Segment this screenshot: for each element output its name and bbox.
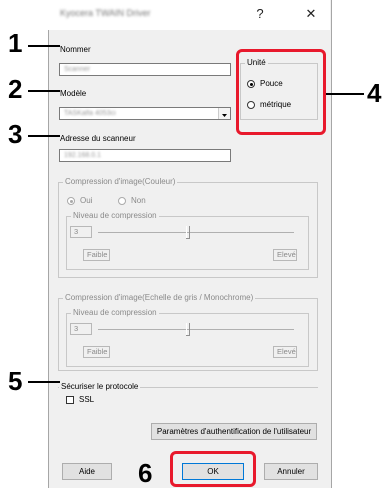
ok-highlight <box>170 451 256 487</box>
ssl-checkbox[interactable] <box>66 396 74 404</box>
gray-compression-title: Compression d'image(Echelle de gris / Mo… <box>63 293 256 302</box>
protocol-group: Sécuriser le protocole SSL <box>58 382 318 408</box>
color-level-group: Niveau de compression 3 Faible Elevé <box>66 211 309 270</box>
callout-6: 6 <box>138 458 153 488</box>
callout-4: 4 <box>367 78 382 108</box>
callout-5-line <box>28 381 60 383</box>
gray-compression-group: Compression d'image(Echelle de gris / Mo… <box>58 293 318 371</box>
color-compression-no-radio[interactable] <box>118 197 126 205</box>
gray-level-track <box>98 329 294 330</box>
scanner-address-value: 192.168.0.1 <box>64 152 101 159</box>
ssl-label: SSL <box>79 395 95 404</box>
name-field[interactable]: Scanner <box>59 63 231 76</box>
color-level-value[interactable]: 3 <box>70 226 92 238</box>
gray-level-slider-thumb[interactable] <box>186 323 191 336</box>
color-compression-yes-radio[interactable] <box>67 197 75 205</box>
callout-4-line <box>326 93 364 95</box>
chevron-down-icon[interactable] <box>218 108 230 119</box>
user-auth-settings-button[interactable]: Paramètres d'authentification de l'utili… <box>151 423 317 440</box>
color-compression-group: Compression d'image(Couleur) Oui Non Niv… <box>58 177 318 278</box>
color-level-high-label: Elevé <box>273 249 297 261</box>
gray-level-low-label: Faible <box>83 346 110 358</box>
scanner-address-label: Adresse du scanneur <box>60 134 136 143</box>
scanner-address-field[interactable]: 192.168.0.1 <box>59 149 231 162</box>
color-level-track <box>98 232 294 233</box>
model-value: TASKalfa 4053ci <box>64 110 116 117</box>
close-icon[interactable]: ✕ <box>300 4 322 24</box>
name-label: Nommer <box>60 45 91 54</box>
gray-level-value[interactable]: 3 <box>70 323 92 335</box>
model-select[interactable]: TASKalfa 4053ci <box>59 107 231 120</box>
callout-5: 5 <box>8 366 23 396</box>
color-compression-no-label: Non <box>131 196 146 205</box>
callout-2: 2 <box>8 74 23 104</box>
callout-3: 3 <box>8 119 23 149</box>
gray-level-high-label: Elevé <box>273 346 297 358</box>
color-compression-title: Compression d'image(Couleur) <box>63 177 178 186</box>
color-level-slider-thumb[interactable] <box>186 226 191 239</box>
name-value: Scanner <box>64 66 91 73</box>
help-button[interactable]: Aide <box>62 463 112 480</box>
gray-level-group: Niveau de compression 3 Faible Elevé <box>66 308 309 367</box>
unit-highlight <box>236 49 326 135</box>
callout-2-line <box>28 90 60 92</box>
callout-3-line <box>28 135 60 137</box>
color-level-title: Niveau de compression <box>71 211 159 220</box>
model-label: Modèle <box>60 89 87 98</box>
window-title: Kyocera TWAIN Driver <box>60 8 151 18</box>
gray-level-title: Niveau de compression <box>71 308 159 317</box>
protocol-title: Sécuriser le protocole <box>59 382 141 391</box>
color-level-low-label: Faible <box>83 249 110 261</box>
color-compression-yes-label: Oui <box>80 196 93 205</box>
cancel-button[interactable]: Annuler <box>264 463 318 480</box>
callout-1: 1 <box>8 28 23 58</box>
help-icon[interactable]: ? <box>249 4 271 24</box>
callout-1-line <box>28 45 60 47</box>
title-bar: Kyocera TWAIN Driver ? ✕ <box>48 0 330 30</box>
